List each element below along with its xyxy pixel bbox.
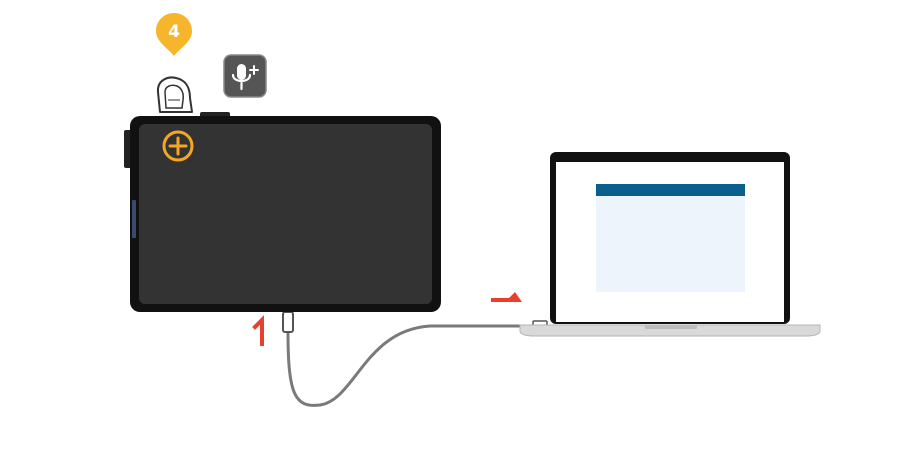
tablet-screen <box>139 124 432 304</box>
diagram-canvas: 4 <box>124 13 821 407</box>
tablet-side-slot <box>132 200 136 238</box>
location-pin-badge-icon: 4 <box>156 13 192 56</box>
laptop-hinge-notch <box>645 325 697 329</box>
red-arrow-marker <box>491 292 522 302</box>
finger-press-icon <box>156 76 193 113</box>
step-number-4: 4 <box>168 22 180 42</box>
microphone-plus-icon <box>223 54 267 98</box>
laptop-window-body <box>596 196 745 292</box>
laptop-window-header <box>596 184 745 196</box>
red-number-one-marker <box>252 315 264 346</box>
usb-connector-tablet <box>282 311 294 333</box>
usb-connection-diagram: 4 <box>0 0 900 450</box>
laptop <box>519 152 821 337</box>
tablet <box>124 112 441 312</box>
usb-cable <box>286 324 537 407</box>
